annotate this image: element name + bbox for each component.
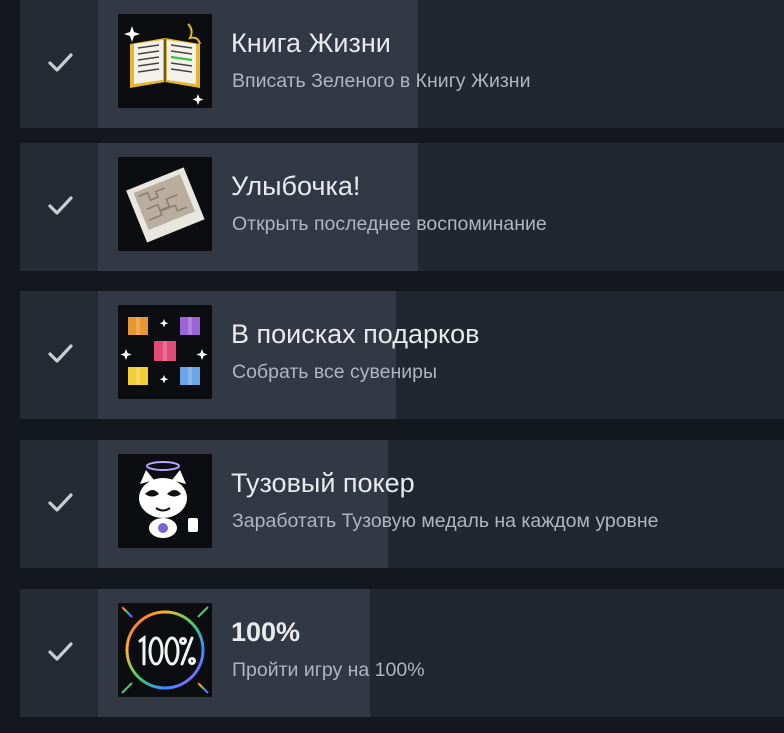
achievement-description: Вписать Зеленого в Книгу Жизни <box>232 70 531 92</box>
achievement-title: Тузовый покер <box>231 468 415 498</box>
achievement-title: 100% <box>231 617 301 647</box>
achievement-title: Улыбочка! <box>231 171 361 201</box>
photo-memory-icon <box>118 157 212 251</box>
achievement-row[interactable]: Книга Жизни Вписать Зеленого в Книгу Жиз… <box>20 0 784 128</box>
checkmark-icon <box>48 642 73 661</box>
achievement-row[interactable]: Тузовый покер Заработать Тузовую медаль … <box>20 440 784 568</box>
status-column <box>20 589 98 717</box>
checkmark-icon <box>48 493 73 512</box>
gift-boxes-icon <box>118 305 212 399</box>
achievement-list: Книга Жизни Вписать Зеленого в Книгу Жиз… <box>0 0 784 733</box>
status-column <box>20 440 98 568</box>
achievement-description: Пройти игру на 100% <box>232 659 425 681</box>
achievement-description: Собрать все сувениры <box>232 361 438 383</box>
achievement-description: Заработать Тузовую медаль на каждом уров… <box>232 510 659 532</box>
checkmark-icon <box>48 196 73 215</box>
checkmark-icon <box>48 53 73 72</box>
status-column <box>20 143 98 271</box>
achievement-description: Открыть последнее воспоминание <box>232 213 547 235</box>
checkmark-icon <box>48 344 73 363</box>
status-column <box>20 291 98 419</box>
achievement-row[interactable]: В поисках подарков Собрать все сувениры <box>20 291 784 419</box>
ace-cat-icon <box>118 454 212 548</box>
book-of-life-icon <box>118 14 212 108</box>
achievement-row[interactable]: 100% Пройти игру на 100% <box>20 589 784 717</box>
status-column <box>20 0 98 128</box>
hundred-percent-icon <box>118 603 212 697</box>
achievement-title: Книга Жизни <box>231 28 391 58</box>
achievement-row[interactable]: Улыбочка! Открыть последнее воспоминание <box>20 143 784 271</box>
achievement-title: В поисках подарков <box>231 319 480 349</box>
